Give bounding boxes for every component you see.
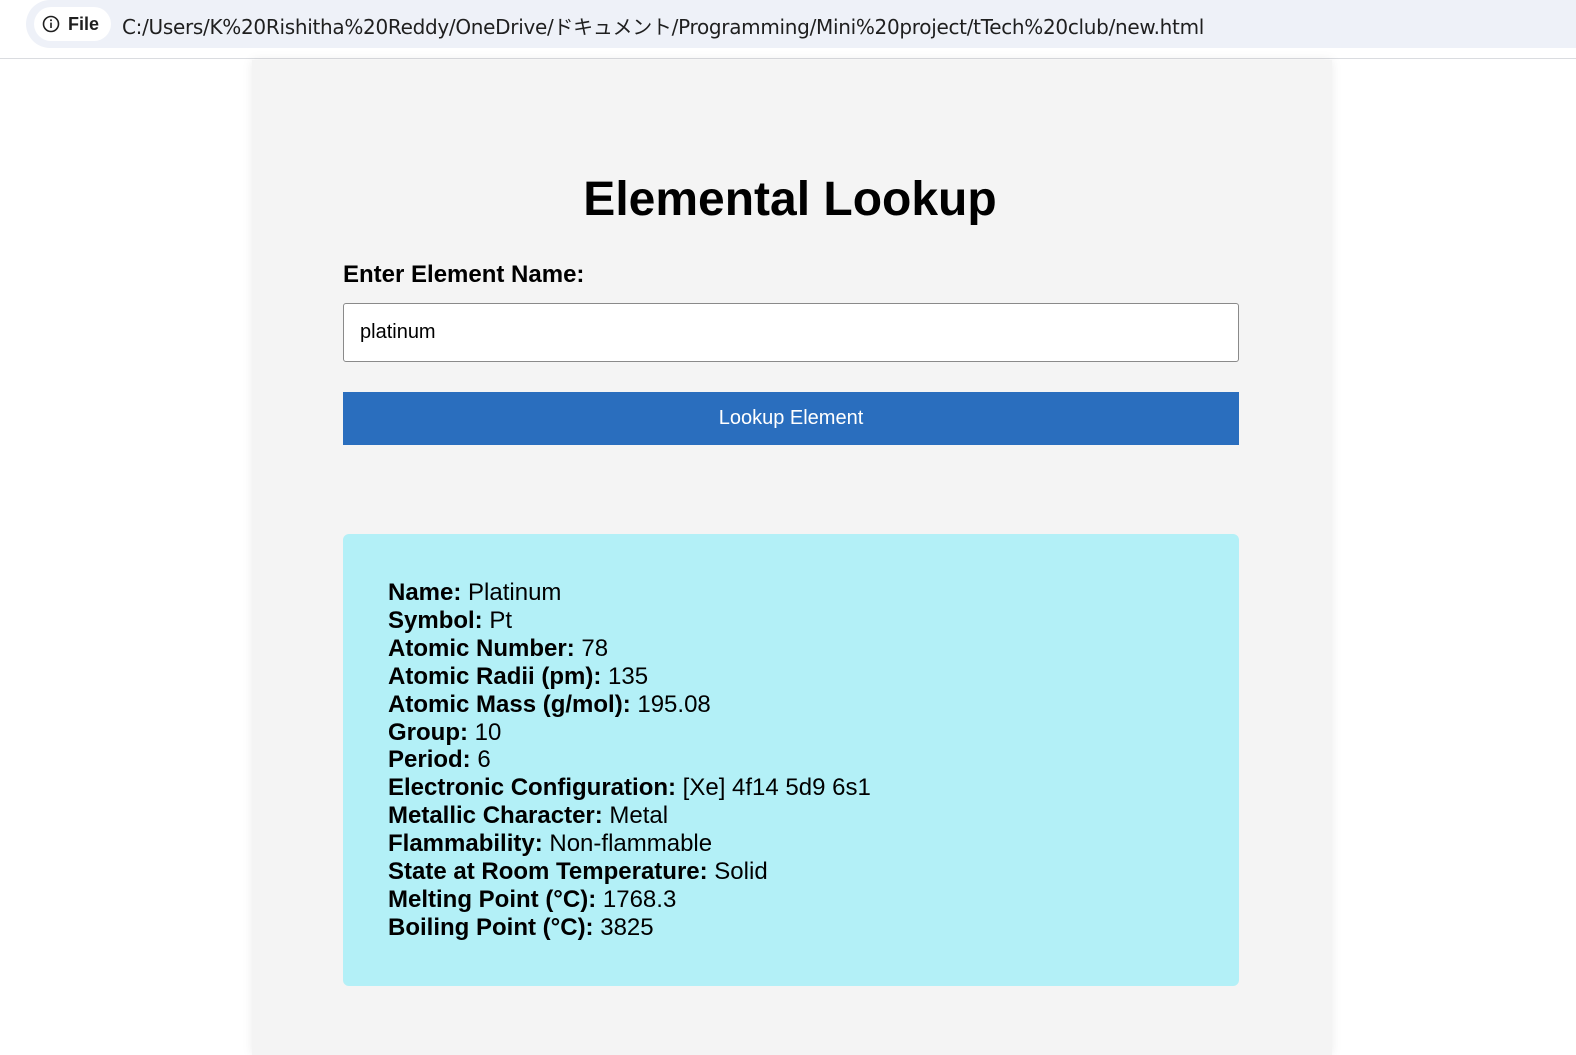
result-row-value: Metal: [609, 802, 669, 830]
info-icon: [42, 15, 60, 33]
result-row-label: Atomic Number:: [388, 634, 575, 662]
result-row: Flammability: Non-flammable: [388, 830, 1194, 858]
result-row: Atomic Number: 78: [388, 635, 1194, 663]
result-row-value: 6: [477, 746, 491, 774]
browser-address-bar: File C:/Users/K%20Rishitha%20Reddy/OneDr…: [0, 0, 1576, 59]
result-row-label: State at Room Temperature:: [388, 858, 708, 886]
result-row-value: Solid: [714, 858, 768, 886]
result-row-label: Name:: [388, 579, 462, 606]
result-row-value: Non-flammable: [549, 830, 713, 858]
result-row-value: Platinum: [468, 579, 562, 606]
result-row-value: 135: [608, 662, 649, 690]
result-row: Melting Point (°C): 1768.3: [388, 886, 1194, 914]
result-row-label: Atomic Radii (pm):: [388, 662, 602, 690]
result-row-label: Period:: [388, 746, 471, 774]
result-row: State at Room Temperature: Solid: [388, 858, 1194, 886]
result-row: Name: Platinum: [388, 579, 1194, 607]
result-row-value: 10: [474, 718, 502, 746]
element-name-label: Enter Element Name:: [343, 261, 585, 288]
result-row: Period: 6: [388, 746, 1194, 774]
chip-label: File: [68, 13, 100, 34]
lookup-element-button[interactable]: Lookup Element: [343, 392, 1239, 445]
result-row-label: Atomic Mass (g/mol):: [388, 690, 631, 718]
omnibox[interactable]: File C:/Users/K%20Rishitha%20Reddy/OneDr…: [26, 0, 1576, 48]
page-title: Elemental Lookup: [583, 173, 997, 226]
element-name-input[interactable]: [343, 303, 1239, 362]
result-row: Group: 10: [388, 719, 1194, 747]
result-row-value: 3825: [600, 913, 654, 941]
result-row: Symbol: Pt: [388, 607, 1194, 635]
result-row-label: Metallic Character:: [388, 802, 603, 830]
result-row-label: Boiling Point (°C):: [388, 913, 594, 941]
result-panel: Name: Platinum Symbol: Pt Atomic Number:…: [343, 534, 1239, 986]
result-row: Atomic Mass (g/mol): 195.08: [388, 691, 1194, 719]
site-info-chip[interactable]: File: [34, 7, 112, 41]
result-row-label: Melting Point (°C):: [388, 885, 597, 913]
result-row-value: 78: [581, 634, 609, 662]
result-row-value: [Xe] 4f14 5d9 6s1: [682, 774, 871, 802]
result-row: Metallic Character: Metal: [388, 802, 1194, 830]
result-row-label: Flammability:: [388, 830, 543, 858]
result-row: Atomic Radii (pm): 135: [388, 663, 1194, 691]
result-row: Electronic Configuration: [Xe] 4f14 5d9 …: [388, 774, 1194, 802]
result-row-label: Electronic Configuration:: [388, 774, 676, 802]
result-row-value: 195.08: [637, 690, 711, 718]
result-row-label: Symbol:: [388, 606, 483, 634]
url-text[interactable]: C:/Users/K%20Rishitha%20Reddy/OneDrive/ド…: [122, 11, 1204, 40]
result-row-value: 1768.3: [602, 885, 677, 913]
result-row-label: Group:: [388, 718, 468, 746]
result-row-value: Pt: [489, 606, 513, 634]
result-row: Boiling Point (°C): 3825: [388, 914, 1194, 942]
